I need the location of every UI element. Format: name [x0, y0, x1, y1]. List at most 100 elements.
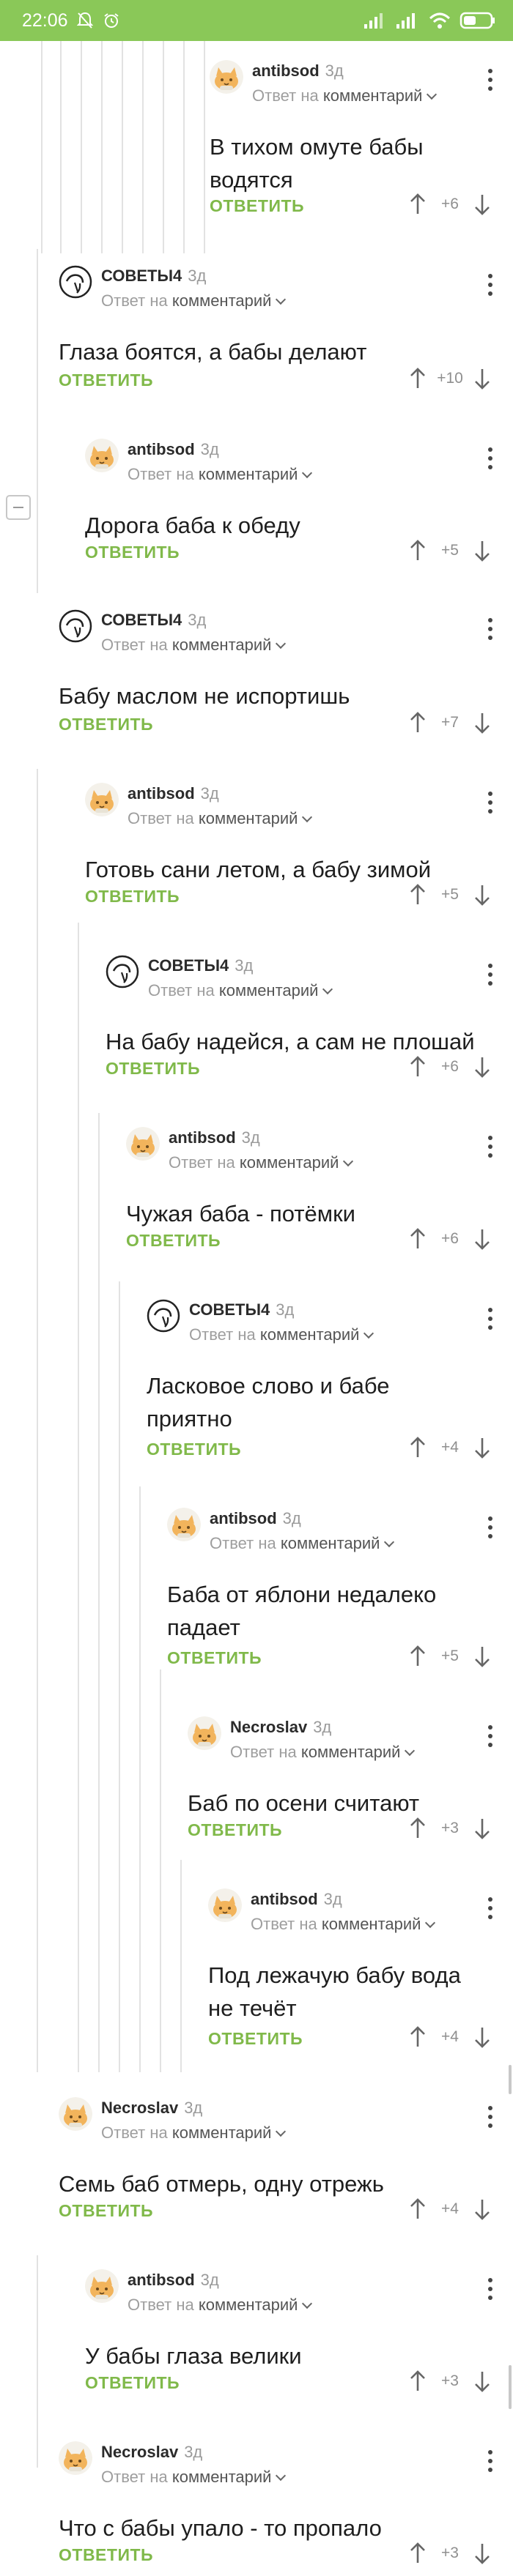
downvote-arrow-icon[interactable] — [472, 1644, 492, 1669]
reply-to-link[interactable]: Ответ на комментарий — [101, 291, 287, 310]
downvote-arrow-icon[interactable] — [472, 1816, 492, 1841]
downvote-arrow-icon[interactable] — [472, 710, 492, 735]
cat-avatar[interactable] — [210, 60, 243, 94]
upvote-arrow-icon[interactable] — [407, 538, 428, 563]
downvote-arrow-icon[interactable] — [472, 2541, 492, 2566]
upvote-arrow-icon[interactable] — [407, 1644, 428, 1669]
author-name[interactable]: antibsod 3д — [251, 1890, 342, 1909]
reply-to-link[interactable]: Ответ на комментарий — [101, 636, 287, 655]
downvote-arrow-icon[interactable] — [472, 2369, 492, 2394]
reply-to-link[interactable]: Ответ на комментарий — [189, 1325, 374, 1344]
reply-to-link[interactable]: Ответ на комментарий — [101, 2123, 287, 2143]
reply-button[interactable]: ОТВЕТИТЬ — [210, 196, 304, 216]
sovety-avatar[interactable] — [59, 609, 92, 643]
cat-avatar[interactable] — [59, 2441, 92, 2475]
reply-to-link[interactable]: Ответ на комментарий — [252, 86, 438, 105]
upvote-arrow-icon[interactable] — [407, 192, 428, 217]
reply-to-link[interactable]: Ответ на комментарий — [148, 981, 333, 1000]
more-menu-icon[interactable] — [487, 618, 494, 640]
cat-avatar[interactable] — [59, 2097, 92, 2131]
upvote-arrow-icon[interactable] — [407, 1226, 428, 1251]
more-menu-icon[interactable] — [487, 2278, 494, 2300]
reply-to-link[interactable]: Ответ на комментарий — [128, 465, 313, 484]
reply-button[interactable]: ОТВЕТИТЬ — [106, 1059, 200, 1079]
downvote-arrow-icon[interactable] — [472, 2025, 492, 2050]
cat-avatar[interactable] — [126, 1127, 160, 1161]
more-menu-icon[interactable] — [487, 274, 494, 296]
author-name[interactable]: antibsod 3д — [210, 1509, 301, 1528]
collapse-thread-button[interactable] — [6, 495, 31, 520]
downvote-arrow-icon[interactable] — [472, 882, 492, 907]
author-name[interactable]: antibsod 3д — [169, 1128, 260, 1147]
reply-button[interactable]: ОТВЕТИТЬ — [147, 1440, 241, 1459]
sovety-avatar[interactable] — [147, 1299, 180, 1333]
reply-button[interactable]: ОТВЕТИТЬ — [59, 371, 153, 390]
downvote-arrow-icon[interactable] — [472, 1435, 492, 1460]
upvote-arrow-icon[interactable] — [407, 366, 428, 391]
downvote-arrow-icon[interactable] — [472, 366, 492, 391]
author-name[interactable]: antibsod 3д — [128, 2271, 219, 2290]
more-menu-icon[interactable] — [487, 2106, 494, 2128]
cat-avatar[interactable] — [85, 783, 119, 816]
cat-avatar[interactable] — [167, 1508, 201, 1541]
reply-button[interactable]: ОТВЕТИТЬ — [208, 2029, 303, 2049]
upvote-arrow-icon[interactable] — [407, 2025, 428, 2050]
more-menu-icon[interactable] — [487, 1725, 494, 1747]
cat-avatar[interactable] — [188, 1716, 221, 1750]
author-name[interactable]: antibsod 3д — [128, 440, 219, 459]
author-name[interactable]: СОВЕТЫ4 3д — [101, 611, 206, 630]
cat-avatar[interactable] — [85, 2269, 119, 2303]
downvote-arrow-icon[interactable] — [472, 538, 492, 563]
reply-to-link[interactable]: Ответ на комментарий — [128, 809, 313, 828]
reply-button[interactable]: ОТВЕТИТЬ — [188, 1820, 282, 1840]
reply-to-link[interactable]: Ответ на комментарий — [230, 1743, 416, 1762]
author-name[interactable]: antibsod 3д — [252, 62, 344, 81]
upvote-arrow-icon[interactable] — [407, 1054, 428, 1079]
more-menu-icon[interactable] — [487, 69, 494, 91]
author-name[interactable]: СОВЕТЫ4 3д — [189, 1300, 294, 1319]
author-name[interactable]: СОВЕТЫ4 3д — [148, 956, 253, 975]
author-name[interactable]: Necroslav 3д — [230, 1718, 331, 1737]
cat-avatar[interactable] — [85, 439, 119, 472]
more-menu-icon[interactable] — [487, 1897, 494, 1919]
cat-avatar[interactable] — [208, 1888, 242, 1922]
reply-button[interactable]: ОТВЕТИТЬ — [85, 2373, 180, 2393]
more-menu-icon[interactable] — [487, 792, 494, 814]
reply-button[interactable]: ОТВЕТИТЬ — [126, 1231, 221, 1251]
upvote-arrow-icon[interactable] — [407, 882, 428, 907]
upvote-arrow-icon[interactable] — [407, 1816, 428, 1841]
more-menu-icon[interactable] — [487, 2450, 494, 2472]
upvote-arrow-icon[interactable] — [407, 2197, 428, 2222]
reply-to-link[interactable]: Ответ на комментарий — [101, 2468, 287, 2487]
author-name[interactable]: antibsod 3д — [128, 784, 219, 803]
downvote-arrow-icon[interactable] — [472, 1226, 492, 1251]
sovety-avatar[interactable] — [106, 955, 139, 989]
upvote-arrow-icon[interactable] — [407, 710, 428, 735]
upvote-arrow-icon[interactable] — [407, 1435, 428, 1460]
author-name[interactable]: СОВЕТЫ4 3д — [101, 267, 206, 286]
downvote-arrow-icon[interactable] — [472, 192, 492, 217]
author-name[interactable]: Necroslav 3д — [101, 2443, 202, 2462]
reply-button[interactable]: ОТВЕТИТЬ — [59, 2201, 153, 2221]
reply-to-link[interactable]: Ответ на комментарий — [210, 1534, 395, 1553]
reply-to-link[interactable]: Ответ на комментарий — [251, 1915, 436, 1934]
more-menu-icon[interactable] — [487, 1308, 494, 1330]
downvote-arrow-icon[interactable] — [472, 1054, 492, 1079]
reply-to-link[interactable]: Ответ на комментарий — [128, 2296, 313, 2315]
more-menu-icon[interactable] — [487, 964, 494, 986]
downvote-arrow-icon[interactable] — [472, 2197, 492, 2222]
upvote-arrow-icon[interactable] — [407, 2541, 428, 2566]
reply-button[interactable]: ОТВЕТИТЬ — [167, 1648, 262, 1668]
upvote-arrow-icon[interactable] — [407, 2369, 428, 2394]
vote-score: +10 — [437, 370, 463, 387]
author-name[interactable]: Necroslav 3д — [101, 2099, 202, 2118]
sovety-avatar[interactable] — [59, 265, 92, 299]
reply-button[interactable]: ОТВЕТИТЬ — [59, 715, 153, 734]
more-menu-icon[interactable] — [487, 1516, 494, 1538]
reply-button[interactable]: ОТВЕТИТЬ — [85, 887, 180, 907]
reply-button[interactable]: ОТВЕТИТЬ — [59, 2545, 153, 2565]
more-menu-icon[interactable] — [487, 447, 494, 469]
reply-button[interactable]: ОТВЕТИТЬ — [85, 543, 180, 562]
more-menu-icon[interactable] — [487, 1136, 494, 1158]
reply-to-link[interactable]: Ответ на комментарий — [169, 1153, 354, 1172]
